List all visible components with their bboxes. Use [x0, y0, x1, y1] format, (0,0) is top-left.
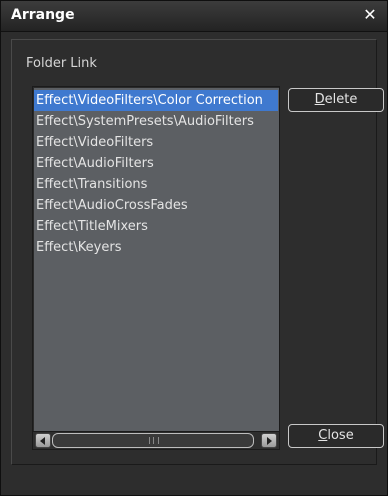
list-item[interactable]: Effect\VideoFilters\Color Correction: [34, 90, 278, 111]
list-item[interactable]: Effect\SystemPresets\AudioFilters: [34, 111, 278, 132]
list-item[interactable]: Effect\TitleMixers: [34, 216, 278, 237]
folder-link-label: Folder Link: [26, 56, 97, 71]
delete-button[interactable]: Delete: [288, 88, 384, 112]
arrange-dialog: Arrange ✕ Folder Link Effect\VideoFilter…: [0, 0, 388, 496]
arrow-right-icon: [267, 437, 272, 445]
list-item[interactable]: Effect\AudioFilters: [34, 153, 278, 174]
arrow-left-icon: [40, 437, 45, 445]
title-bar[interactable]: Arrange ✕: [1, 1, 387, 32]
list-item[interactable]: Effect\Keyers: [34, 237, 278, 258]
scroll-right-button[interactable]: [261, 433, 277, 448]
delete-mnemonic: D: [314, 92, 325, 107]
close-mnemonic: C: [318, 428, 328, 443]
list-item[interactable]: Effect\Transitions: [34, 174, 278, 195]
grip-icon: [149, 437, 159, 444]
close-label-rest: lose: [327, 428, 354, 443]
scroll-thumb[interactable]: [52, 433, 254, 448]
list-item[interactable]: Effect\VideoFilters: [34, 132, 278, 153]
delete-label-rest: elete: [324, 92, 358, 107]
close-icon[interactable]: ✕: [361, 5, 379, 25]
window-title: Arrange: [11, 7, 75, 23]
scroll-left-button[interactable]: [35, 433, 51, 448]
dialog-body: Folder Link Effect\VideoFilters\Color Co…: [11, 39, 384, 465]
list-item[interactable]: Effect\AudioCrossFades: [34, 195, 278, 216]
folder-link-list[interactable]: Effect\VideoFilters\Color Correction Eff…: [32, 86, 280, 450]
close-button[interactable]: Close: [288, 424, 384, 448]
list-items: Effect\VideoFilters\Color Correction Eff…: [34, 90, 278, 258]
horizontal-scrollbar[interactable]: [33, 431, 279, 449]
